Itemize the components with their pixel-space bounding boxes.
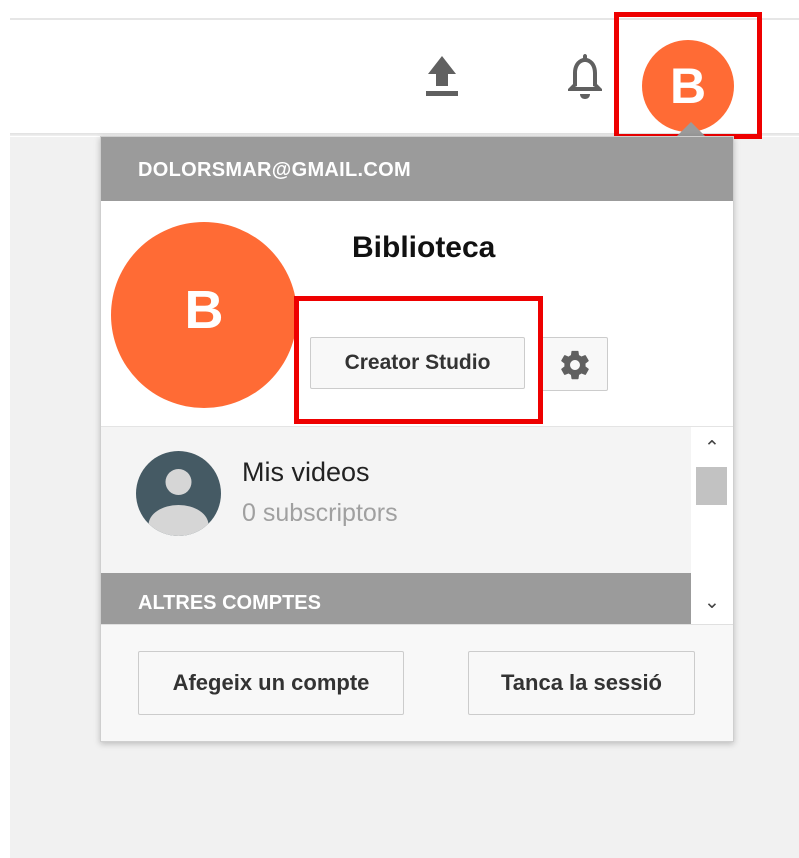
scroll-up-arrow-icon[interactable]: ⌃ bbox=[691, 437, 733, 461]
highlight-box-avatar bbox=[614, 12, 762, 139]
scroll-thumb[interactable] bbox=[696, 467, 727, 505]
other-accounts-header: ALTRES COMPTES bbox=[101, 573, 691, 625]
account-menu: DOLORSMAR@GMAIL.COM B Biblioteca Creator… bbox=[100, 136, 734, 742]
accounts-scrollbar[interactable]: ⌃ ⌄ bbox=[691, 426, 733, 625]
scroll-down-arrow-icon[interactable]: ⌄ bbox=[691, 591, 733, 615]
bell-icon bbox=[568, 54, 602, 99]
upload-button[interactable] bbox=[418, 48, 466, 100]
channel-avatar: B bbox=[111, 222, 297, 408]
sign-out-button[interactable]: Tanca la sessió bbox=[468, 651, 695, 715]
channel-name: Biblioteca bbox=[352, 231, 496, 264]
channel-avatar-letter: B bbox=[184, 280, 224, 340]
account-menu-footer: Afegeix un compte Tanca la sessió bbox=[101, 624, 733, 741]
account-name: Mis videos bbox=[242, 457, 370, 487]
settings-button[interactable] bbox=[540, 337, 608, 391]
notifications-button[interactable] bbox=[560, 48, 610, 102]
account-item[interactable]: Mis videos 0 subscriptors bbox=[101, 427, 691, 573]
gear-icon bbox=[561, 350, 589, 380]
highlight-box-creator-studio bbox=[294, 296, 543, 424]
default-avatar-icon bbox=[136, 451, 221, 536]
accounts-list: Mis videos 0 subscriptors ALTRES COMPTES bbox=[101, 426, 691, 625]
upload-icon bbox=[426, 56, 458, 96]
account-email: DOLORSMAR@GMAIL.COM bbox=[101, 137, 733, 201]
account-subscribers: 0 subscriptors bbox=[242, 499, 398, 527]
add-account-button[interactable]: Afegeix un compte bbox=[138, 651, 404, 715]
